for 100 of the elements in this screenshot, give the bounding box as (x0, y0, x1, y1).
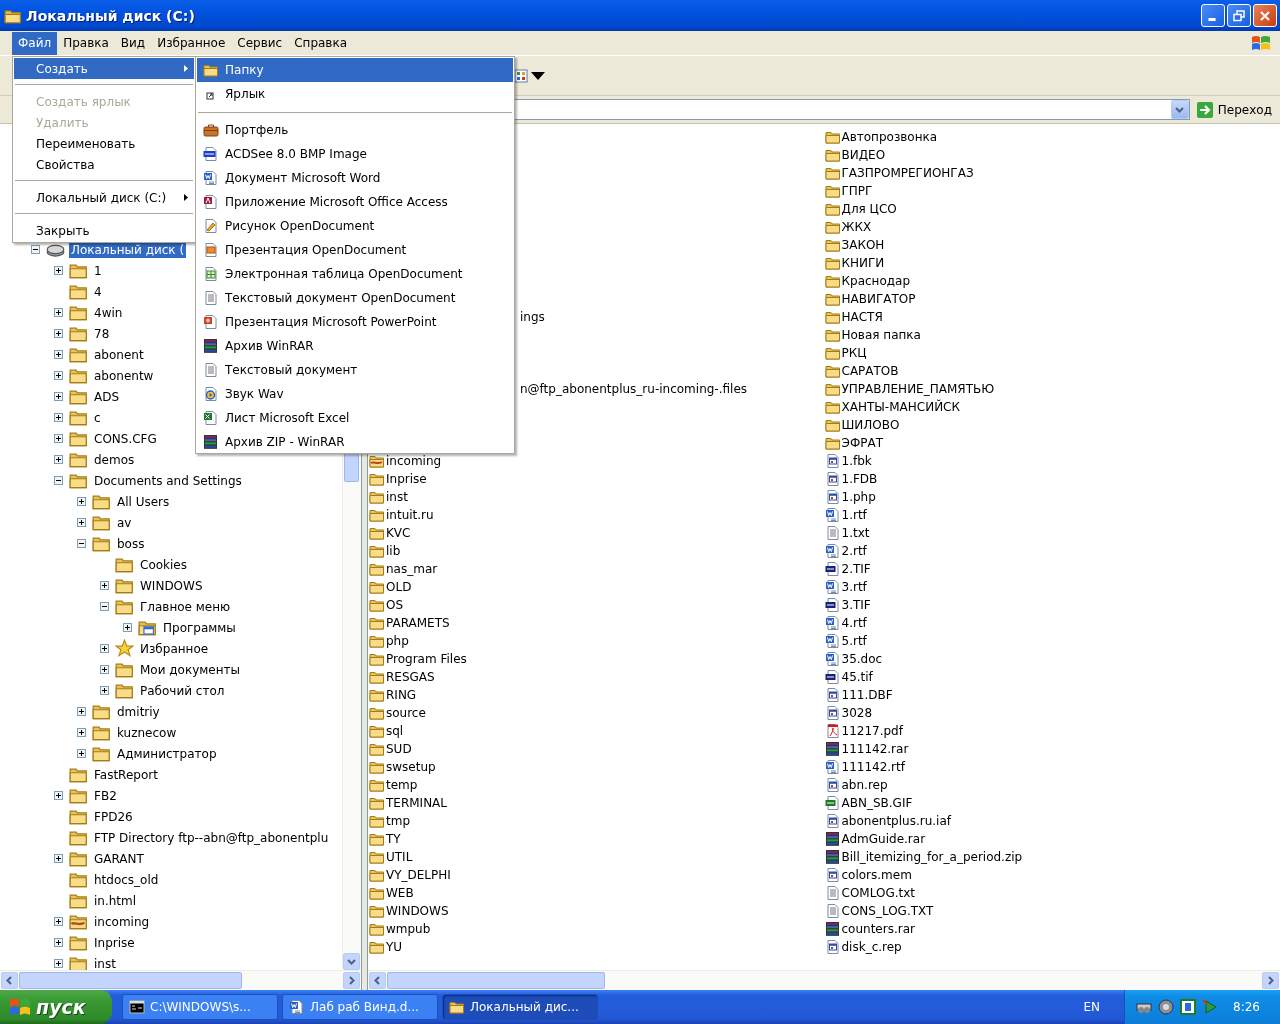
taskbar-button[interactable]: Лаб раб Винд.d... (282, 994, 438, 1020)
menu-item[interactable]: Текстовый документ OpenDocument (197, 286, 513, 310)
file-item[interactable]: abn.rep (824, 776, 890, 794)
tree-item[interactable]: GARANT (92, 850, 146, 867)
tree-item[interactable]: 78 (92, 325, 112, 342)
file-item[interactable]: wmpub (369, 920, 433, 938)
file-item[interactable]: ГАЗПРОМРЕГИОНГАЗ (824, 164, 976, 182)
menu-item[interactable]: Локальный диск (C:) (14, 187, 194, 208)
tree-item[interactable]: demos (92, 451, 137, 468)
menu-item[interactable]: Лист Microsoft Excel (197, 406, 513, 430)
file-item[interactable]: ГПРГ (824, 182, 875, 200)
file-item[interactable]: KVC (369, 524, 413, 542)
file-item[interactable]: 111.DBF (824, 686, 895, 704)
file-item[interactable]: source (369, 704, 428, 722)
file-item[interactable]: 3.rtf (824, 578, 869, 596)
file-item[interactable]: Inprise (369, 470, 429, 488)
file-item[interactable]: COMLOG.txt (824, 884, 917, 902)
file-item[interactable]: Bill_itemizing_for_a_period.zip (824, 848, 1025, 866)
tree-item[interactable]: 1 (92, 262, 104, 279)
menu-item[interactable]: Портфель (197, 118, 513, 142)
file-item[interactable]: incoming (369, 452, 444, 470)
file-item[interactable]: 4.rtf (824, 614, 869, 632)
file-item[interactable]: 2.TIF (824, 560, 873, 578)
file-item[interactable]: КНИГИ (824, 254, 887, 272)
file-item[interactable]: 3028 (824, 704, 875, 722)
file-item[interactable]: UTIL (369, 848, 415, 866)
tree-item[interactable]: abonentw (92, 367, 156, 384)
menu-item[interactable]: Текстовый документ (197, 358, 513, 382)
file-item[interactable]: Для ЦСО (824, 200, 899, 218)
tree-item[interactable]: boss (115, 535, 147, 552)
file-item[interactable]: AdmGuide.rar (824, 830, 928, 848)
file-item[interactable]: РКЦ (824, 344, 869, 362)
file-item[interactable]: ЭФРАТ (824, 434, 885, 452)
tree-item[interactable]: 4win (92, 304, 125, 321)
file-item[interactable]: НАВИГАТОР (824, 290, 918, 308)
tree-item[interactable]: CONS.CFG (92, 430, 159, 447)
file-item[interactable]: TERMINAL (369, 794, 449, 812)
file-item[interactable]: 3.TIF (824, 596, 873, 614)
file-item[interactable]: 1.fbk (824, 452, 874, 470)
file-item[interactable]: ings (520, 308, 547, 326)
file-item[interactable]: swsetup (369, 758, 438, 776)
menu-item[interactable]: Рисунок OpenDocument (197, 214, 513, 238)
tree-item[interactable]: ADS (92, 388, 122, 405)
menu-item[interactable]: Закрыть (14, 220, 194, 241)
tree-item[interactable]: dmitriy (115, 703, 162, 720)
file-item[interactable]: lib (369, 542, 403, 560)
file-item[interactable]: intuit.ru (369, 506, 436, 524)
file-item[interactable]: inst (369, 488, 410, 506)
file-item[interactable]: 35.doc (824, 650, 885, 668)
file-item[interactable]: php (369, 632, 411, 650)
file-item[interactable]: RESGAS (369, 668, 437, 686)
tree-item[interactable]: FB2 (92, 787, 119, 804)
tree-item[interactable]: htdocs_old (92, 871, 161, 888)
tree-item[interactable]: FTP Directory ftp--abn@ftp_abonentplu (92, 829, 331, 846)
file-item[interactable]: Новая папка (824, 326, 923, 344)
tree-item[interactable]: c (92, 409, 103, 426)
tree-item[interactable]: abonent (92, 346, 146, 363)
tree-item[interactable]: av (115, 514, 134, 531)
menu-item[interactable]: Переименовать (14, 133, 194, 154)
tree-item[interactable]: incoming (92, 913, 152, 930)
file-item[interactable]: Автопрозвонка (824, 128, 940, 146)
file-item[interactable]: n@ftp_abonentplus_ru-incoming-.files (520, 380, 750, 398)
menu-item[interactable]: Документ Microsoft Word (197, 166, 513, 190)
file-item[interactable]: tmp (369, 812, 412, 830)
file-item[interactable]: PARAMETS (369, 614, 452, 632)
menu-item[interactable]: Создать (14, 58, 194, 79)
tree-item[interactable]: Программы (161, 619, 238, 636)
file-item[interactable]: САРАТОВ (824, 362, 901, 380)
file-item[interactable]: sql (369, 722, 406, 740)
file-item[interactable]: ШИЛОВО (824, 416, 902, 434)
file-item[interactable]: 1.txt (824, 524, 872, 542)
go-button[interactable]: Переход (1193, 98, 1276, 121)
tree-item[interactable]: Избранное (138, 640, 211, 657)
menu-item[interactable]: Справка (288, 31, 354, 55)
menu-item[interactable]: Архив ZIP - WinRAR (197, 430, 513, 454)
taskbar-button[interactable]: C:\WINDOWS\s... (122, 994, 278, 1020)
tree-item[interactable]: in.html (92, 892, 139, 909)
file-item[interactable]: colors.mem (824, 866, 914, 884)
tree-item[interactable]: Inprise (92, 934, 137, 951)
tree-item[interactable]: Администратор (115, 745, 219, 762)
menu-item[interactable]: Электронная таблица OpenDocument (197, 262, 513, 286)
file-item[interactable]: VY_DELPHI (369, 866, 453, 884)
tree-item[interactable]: Главное меню (138, 598, 233, 615)
file-item[interactable]: ЖКХ (824, 218, 874, 236)
tree-item[interactable]: FPD26 (92, 808, 135, 825)
file-item[interactable]: 1.FDB (824, 470, 880, 488)
file-item[interactable]: CONS_LOG.TXT (824, 902, 936, 920)
file-item[interactable]: temp (369, 776, 420, 794)
taskbar-button[interactable]: Локальный дис... (442, 994, 598, 1020)
tree-item[interactable]: WINDOWS (138, 577, 205, 594)
file-item[interactable]: 2.rtf (824, 542, 869, 560)
menu-item[interactable]: Правка (57, 31, 115, 55)
file-item[interactable]: 111142.rar (824, 740, 911, 758)
menu-item[interactable]: Презентация OpenDocument (197, 238, 513, 262)
file-item[interactable]: disk_c.rep (824, 938, 904, 956)
file-item[interactable]: SUD (369, 740, 414, 758)
menu-item[interactable]: Файл (12, 31, 58, 55)
file-item[interactable]: WEB (369, 884, 416, 902)
file-item[interactable]: RING (369, 686, 419, 704)
menu-item[interactable]: ACDSee 8.0 BMP Image (197, 142, 513, 166)
